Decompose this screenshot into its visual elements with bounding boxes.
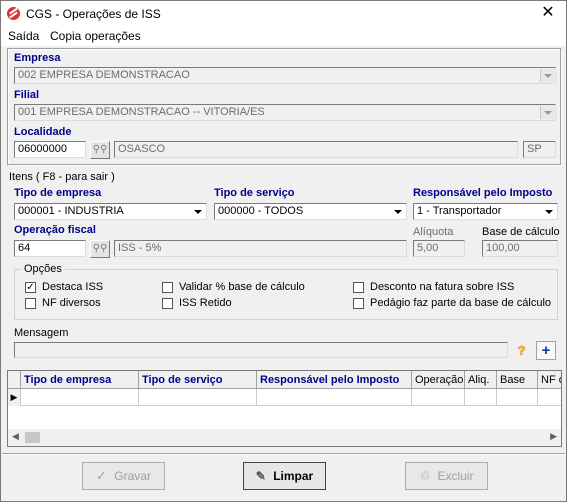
itens-caption: Itens ( F8 - para sair ) (9, 171, 115, 183)
filial-value: 001 EMPRESA DEMONSTRACAO -- VITORIA/ES (18, 106, 265, 118)
check-icon: ✓ (96, 468, 107, 483)
empresa-value: 002 EMPRESA DEMONSTRACAO (18, 69, 190, 81)
window-title: CGS - Operações de ISS (26, 7, 161, 21)
menu-copia-operacoes[interactable]: Copia operações (50, 29, 141, 43)
grid-header: Tipo de empresa Tipo de serviço Responsá… (8, 371, 561, 389)
localidade-code-input[interactable]: 06000000 (14, 141, 86, 158)
scroll-right-icon[interactable]: ▶ (550, 431, 557, 442)
binoculars-icon[interactable]: ⚲⚲ (90, 240, 110, 258)
close-button[interactable]: ✕ (538, 4, 558, 22)
cell-base[interactable] (497, 389, 538, 406)
brush-icon: ✎ (255, 469, 266, 483)
cell-operacao[interactable] (412, 389, 465, 406)
empresa-select[interactable]: 002 EMPRESA DEMONSTRACAO (14, 67, 556, 84)
operations-grid[interactable]: Tipo de empresa Tipo de serviço Responsá… (7, 370, 562, 447)
opcoes-group (14, 269, 558, 320)
pedagio-label: Pedágio faz parte da base de cálculo (370, 297, 552, 309)
filial-select[interactable]: 001 EMPRESA DEMONSTRACAO -- VITORIA/ES (14, 104, 556, 121)
app-logo-icon (7, 7, 20, 20)
grid-indicator-header (8, 371, 21, 389)
base-calculo-field: 100,00 (482, 240, 558, 257)
pedagio-checkbox[interactable] (353, 298, 364, 309)
excluir-button[interactable]: ♲ Excluir (405, 462, 488, 490)
cell-responsavel[interactable] (257, 389, 412, 406)
tipo-servico-value: 000000 - TODOS (218, 205, 304, 217)
desconto-fatura-checkbox[interactable] (353, 282, 364, 293)
chevron-down-icon (540, 69, 554, 82)
col-responsavel[interactable]: Responsável pelo Imposto (257, 371, 412, 389)
localidade-uf: SP (523, 141, 556, 158)
validar-base-label: Validar % base de cálculo (179, 281, 305, 293)
opcoes-label: Opções (21, 263, 65, 275)
limpar-button[interactable]: ✎ Limpar (243, 462, 326, 490)
scroll-thumb[interactable] (25, 432, 40, 443)
localidade-name: OSASCO (114, 141, 518, 158)
gravar-button[interactable]: ✓ Gravar (82, 462, 165, 490)
nf-diversos-checkbox[interactable] (25, 298, 36, 309)
col-aliq[interactable]: Aliq. (465, 371, 497, 389)
binoculars-icon[interactable]: ⚲⚲ (90, 141, 110, 159)
col-nf[interactable]: NF d (538, 371, 561, 389)
gravar-label: Gravar (114, 469, 151, 483)
validar-base-checkbox[interactable] (162, 282, 173, 293)
iss-retido-checkbox[interactable] (162, 298, 173, 309)
horizontal-scrollbar[interactable]: ◀ ▶ (8, 429, 561, 446)
col-base[interactable]: Base (497, 371, 538, 389)
scroll-left-icon[interactable]: ◀ (12, 431, 19, 442)
question-icon[interactable]: ? (513, 342, 530, 359)
plus-icon[interactable]: + (536, 341, 556, 360)
col-tipo-servico[interactable]: Tipo de serviço (139, 371, 257, 389)
mensagem-label: Mensagem (14, 327, 69, 339)
chevron-down-icon (542, 205, 556, 218)
divider (2, 453, 565, 455)
tipo-servico-label: Tipo de serviço (214, 187, 295, 199)
col-tipo-empresa[interactable]: Tipo de empresa (21, 371, 139, 389)
cell-aliq[interactable] (465, 389, 497, 406)
chevron-down-icon (391, 205, 405, 218)
filial-label: Filial (14, 89, 40, 101)
aliquota-label: Alíquota (413, 226, 454, 238)
chevron-down-icon (191, 205, 205, 218)
cell-tipo-empresa[interactable] (21, 389, 139, 406)
mensagem-field (14, 342, 508, 358)
header-panel: Empresa 002 EMPRESA DEMONSTRACAO Filial … (7, 48, 562, 166)
chevron-down-icon (540, 106, 554, 119)
base-calculo-label: Base de cálculo (482, 226, 560, 238)
table-row[interactable]: ▶ (8, 389, 561, 406)
responsavel-value: 1 - Transportador (417, 205, 502, 217)
iss-operations-window: CGS - Operações de ISS ✕ Saída Copia ope… (0, 0, 567, 502)
destaca-iss-label: Destaca ISS (42, 281, 104, 293)
aliquota-field: 5,00 (413, 240, 465, 257)
cell-tipo-servico[interactable] (139, 389, 257, 406)
tipo-servico-select[interactable]: 000000 - TODOS (214, 203, 407, 220)
menu-bar: Saída Copia operações (1, 27, 566, 46)
title-bar: CGS - Operações de ISS ✕ (1, 1, 566, 27)
limpar-label: Limpar (273, 469, 314, 483)
responsavel-select[interactable]: 1 - Transportador (413, 203, 558, 220)
col-operacao[interactable]: Operação (412, 371, 465, 389)
operacao-code-input[interactable]: 64 (14, 240, 86, 257)
empresa-label: Empresa (14, 52, 61, 64)
iss-retido-label: ISS Retido (179, 297, 232, 309)
operacao-label: Operação fiscal (14, 224, 96, 236)
localidade-label: Localidade (14, 126, 72, 138)
tipo-empresa-label: Tipo de empresa (14, 187, 102, 199)
nf-diversos-label: NF diversos (42, 297, 101, 309)
tipo-empresa-value: 000001 - INDUSTRIA (18, 205, 124, 217)
desconto-fatura-label: Desconto na fatura sobre ISS (370, 281, 515, 293)
destaca-iss-checkbox[interactable]: ✓ (25, 282, 36, 293)
row-pointer-icon: ▶ (8, 389, 21, 406)
trash-icon: ♲ (419, 469, 431, 483)
excluir-label: Excluir (437, 469, 474, 483)
responsavel-label: Responsável pelo Imposto (413, 187, 553, 199)
menu-saida[interactable]: Saída (8, 29, 39, 43)
tipo-empresa-select[interactable]: 000001 - INDUSTRIA (14, 203, 207, 220)
operacao-name: ISS - 5% (114, 240, 407, 257)
